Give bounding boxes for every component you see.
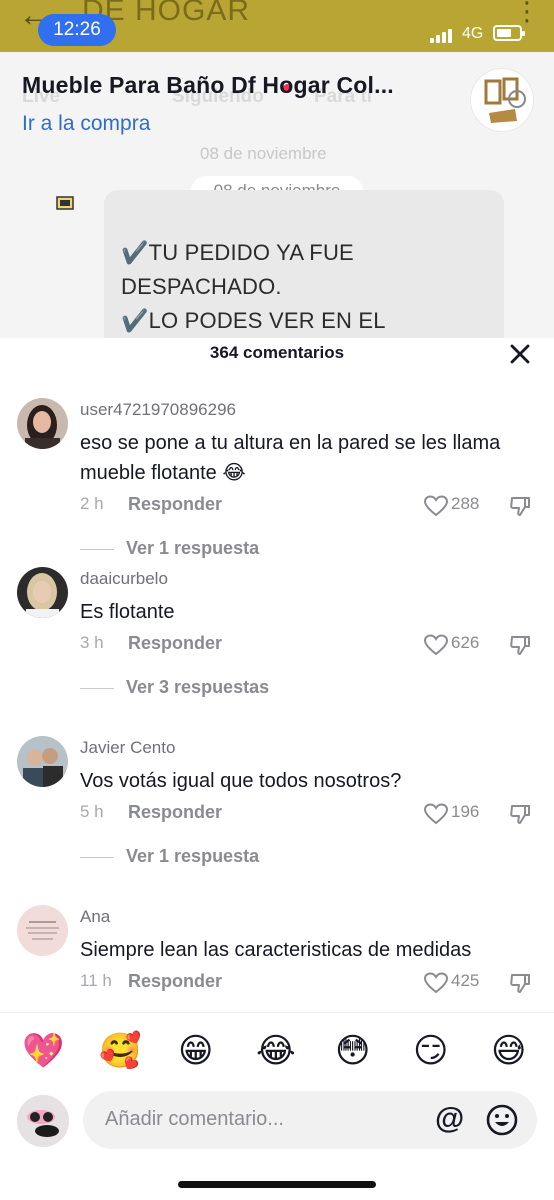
- reply-button[interactable]: Responder: [128, 494, 222, 515]
- like-count: 288: [451, 494, 480, 513]
- comments-list[interactable]: user4721970896296 eso se pone a tu altur…: [0, 388, 554, 1013]
- product-area: Live Siguiendo Para ti Mueble Para Baño …: [0, 52, 554, 338]
- emoji-row: 💖 🥰 😁 😂 😳 😏 😅: [0, 1029, 554, 1073]
- comment-username[interactable]: Javier Cento: [80, 738, 175, 758]
- reply-button[interactable]: Responder: [128, 633, 222, 654]
- emoji-button[interactable]: 😁: [178, 1029, 213, 1073]
- comment-time: 2 h: [80, 494, 104, 513]
- emoji-button[interactable]: 😅: [491, 1029, 526, 1073]
- like-count: 626: [451, 633, 480, 652]
- dislike-icon[interactable]: [509, 972, 531, 994]
- avatar[interactable]: [17, 905, 68, 956]
- comments-count: 364 comentarios: [209, 343, 345, 362]
- buy-link[interactable]: Ir a la compra: [22, 112, 150, 136]
- comment-item: user4721970896296 eso se pone a tu altur…: [0, 388, 554, 559]
- status-bar: ← DE HOGAR ⋮ 12:26 4G: [0, 0, 554, 52]
- view-replies[interactable]: Ver 1 respuesta: [80, 846, 259, 867]
- comment-item: Ana Siempre lean las caracteristicas de …: [0, 895, 554, 1013]
- dislike-icon[interactable]: [509, 495, 531, 517]
- dislike-icon[interactable]: [509, 634, 531, 656]
- message-line: ✔️TU PEDIDO YA FUE: [121, 240, 354, 265]
- emoji-picker-icon[interactable]: [485, 1103, 519, 1137]
- message-line: DESPACHADO.: [121, 274, 282, 299]
- like-count: 425: [451, 971, 480, 990]
- dislike-icon[interactable]: [509, 803, 531, 825]
- heart-icon[interactable]: [423, 495, 449, 517]
- comment-text: Siempre lean las caracteristicas de medi…: [80, 939, 472, 961]
- comment-text: eso se pone a tu altura en la pared se l…: [80, 432, 501, 484]
- comment-composer: 💖 🥰 😁 😂 😳 😏 😅 Añadir comentario... @: [0, 1012, 554, 1200]
- view-replies[interactable]: Ver 1 respuesta: [80, 538, 259, 559]
- date-ghost: 08 de noviembre: [200, 144, 327, 163]
- message-line: ✔️LO PODES VER EN EL: [121, 308, 386, 333]
- product-title[interactable]: Mueble Para Baño Df Hogar Col...: [22, 72, 394, 99]
- view-replies-label: Ver 1 respuesta: [126, 846, 260, 866]
- reply-button[interactable]: Responder: [128, 971, 222, 992]
- comment-username[interactable]: user4721970896296: [80, 400, 236, 420]
- close-icon[interactable]: [506, 340, 534, 368]
- network-type: 4G: [462, 25, 484, 42]
- view-replies-label: Ver 3 respuestas: [126, 677, 270, 697]
- emoji-button[interactable]: 😂: [256, 1029, 296, 1073]
- heart-icon[interactable]: [423, 634, 449, 656]
- comment-time: 5 h: [80, 802, 104, 821]
- reply-button[interactable]: Responder: [128, 802, 222, 823]
- battery-icon: [493, 25, 525, 41]
- product-thumbnail[interactable]: [470, 68, 534, 132]
- view-replies[interactable]: Ver 3 respuestas: [80, 677, 269, 698]
- more-options-icon[interactable]: ⋮: [514, 0, 540, 27]
- comment-username[interactable]: Ana: [80, 907, 110, 927]
- comment-item: daaicurbelo Es flotante 3 h Responder 62…: [0, 557, 554, 726]
- comment-placeholder: Añadir comentario...: [105, 1108, 284, 1130]
- divider-line: [80, 548, 114, 550]
- heart-icon[interactable]: [423, 972, 449, 994]
- emoji-button[interactable]: 💖: [22, 1029, 64, 1073]
- divider-line: [80, 856, 114, 858]
- clock: 12:26: [38, 14, 116, 46]
- seller-avatar: [54, 192, 76, 214]
- avatar[interactable]: [17, 736, 68, 787]
- comment-text: Es flotante: [80, 601, 175, 623]
- chat-message: ✔️TU PEDIDO YA FUE DESPACHADO. ✔️LO PODE…: [104, 190, 504, 338]
- user-avatar[interactable]: [17, 1095, 69, 1147]
- like-count: 196: [451, 802, 480, 821]
- comment-time: 3 h: [80, 633, 104, 652]
- comment-time: 11 h: [80, 971, 112, 990]
- avatar[interactable]: [17, 567, 68, 618]
- comment-item: Javier Cento Vos votás igual que todos n…: [0, 726, 554, 895]
- emoji-button[interactable]: 🥰: [99, 1029, 141, 1073]
- emoji-button[interactable]: 😳: [335, 1029, 370, 1073]
- comment-text: Vos votás igual que todos nosotros?: [80, 770, 402, 792]
- avatar[interactable]: [17, 398, 68, 449]
- home-indicator: [178, 1181, 376, 1188]
- comment-username[interactable]: daaicurbelo: [80, 569, 168, 589]
- view-replies-label: Ver 1 respuesta: [126, 538, 260, 558]
- divider-line: [80, 687, 114, 689]
- emoji-button[interactable]: 😏: [413, 1029, 448, 1073]
- heart-icon[interactable]: [423, 803, 449, 825]
- mention-icon[interactable]: @: [435, 1103, 464, 1135]
- signal-icon: [430, 27, 458, 43]
- comment-input[interactable]: Añadir comentario... @: [83, 1091, 537, 1149]
